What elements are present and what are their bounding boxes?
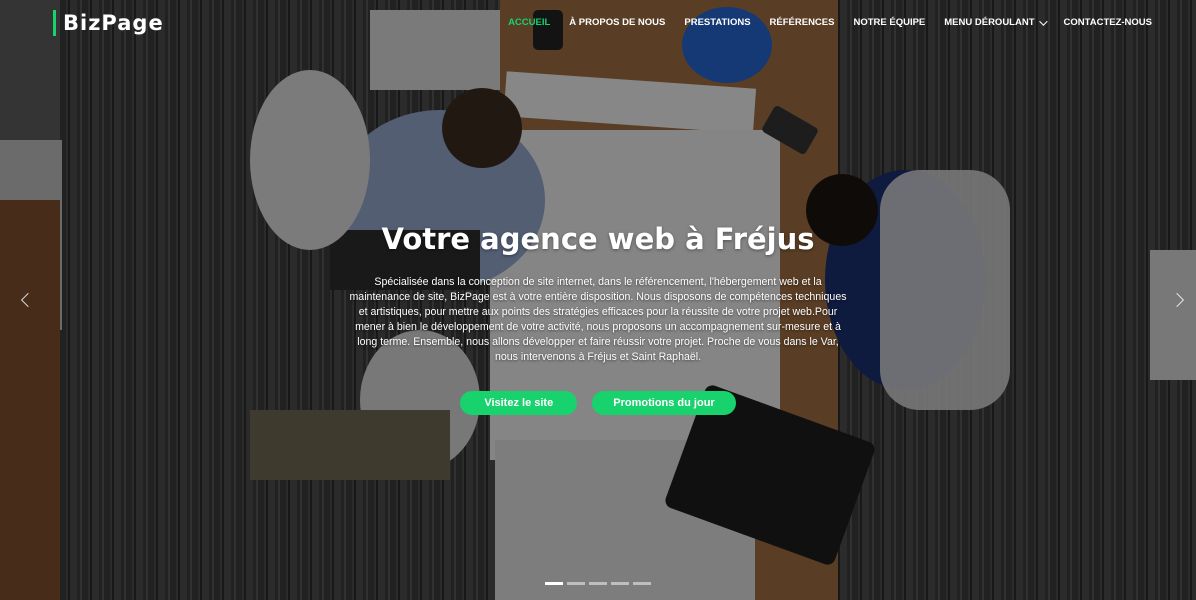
- chevron-down-icon: [1038, 16, 1048, 26]
- nav-item-contact[interactable]: Contactez-nous: [1064, 17, 1152, 28]
- carousel-indicator-3[interactable]: [589, 582, 607, 585]
- main-nav: Accueil À propos de nous Prestations Réf…: [489, 16, 1152, 28]
- hero-buttons: Visitez le site Promotions du jour: [0, 391, 1196, 415]
- nav-item-label: Notre équipe: [853, 17, 926, 28]
- nav-item-prestations[interactable]: Prestations: [684, 17, 750, 28]
- daily-promotions-button[interactable]: Promotions du jour: [592, 391, 736, 415]
- nav-item-label: Menu déroulant: [944, 17, 1035, 28]
- brand-logo[interactable]: BizPage: [53, 10, 164, 36]
- carousel-indicator-4[interactable]: [611, 582, 629, 585]
- nav-item-a-propos[interactable]: À propos de nous: [569, 17, 665, 28]
- hero-description: Spécialisée dans la conception de site i…: [349, 276, 847, 363]
- site-header: BizPage Accueil À propos de nous Prestat…: [0, 0, 1196, 48]
- visit-site-button[interactable]: Visitez le site: [460, 391, 578, 415]
- nav-item-menu-deroulant[interactable]: Menu déroulant: [944, 16, 1048, 28]
- carousel-indicators: [0, 582, 1196, 585]
- nav-item-label: Prestations: [684, 17, 751, 28]
- carousel-indicator-1[interactable]: [545, 582, 563, 585]
- carousel-indicator-2[interactable]: [567, 582, 585, 585]
- nav-item-notre-equipe[interactable]: Notre équipe: [853, 17, 925, 28]
- carousel-indicator-5[interactable]: [633, 582, 651, 585]
- carousel-next-button[interactable]: [1169, 291, 1186, 309]
- carousel-prev-button[interactable]: [18, 291, 36, 309]
- nav-item-accueil[interactable]: Accueil: [508, 17, 550, 28]
- nav-item-label: Références: [769, 17, 835, 28]
- hero-section: Votre agence web à Fréjus Spécialisée da…: [0, 220, 1196, 415]
- nav-item-label: Accueil: [508, 17, 551, 28]
- nav-item-label: À propos de nous: [569, 17, 666, 28]
- nav-item-references[interactable]: Références: [770, 17, 835, 28]
- hero-title: Votre agence web à Fréjus: [381, 222, 815, 256]
- nav-item-label: Contactez-nous: [1063, 17, 1152, 28]
- chevron-right-icon: [1169, 292, 1185, 308]
